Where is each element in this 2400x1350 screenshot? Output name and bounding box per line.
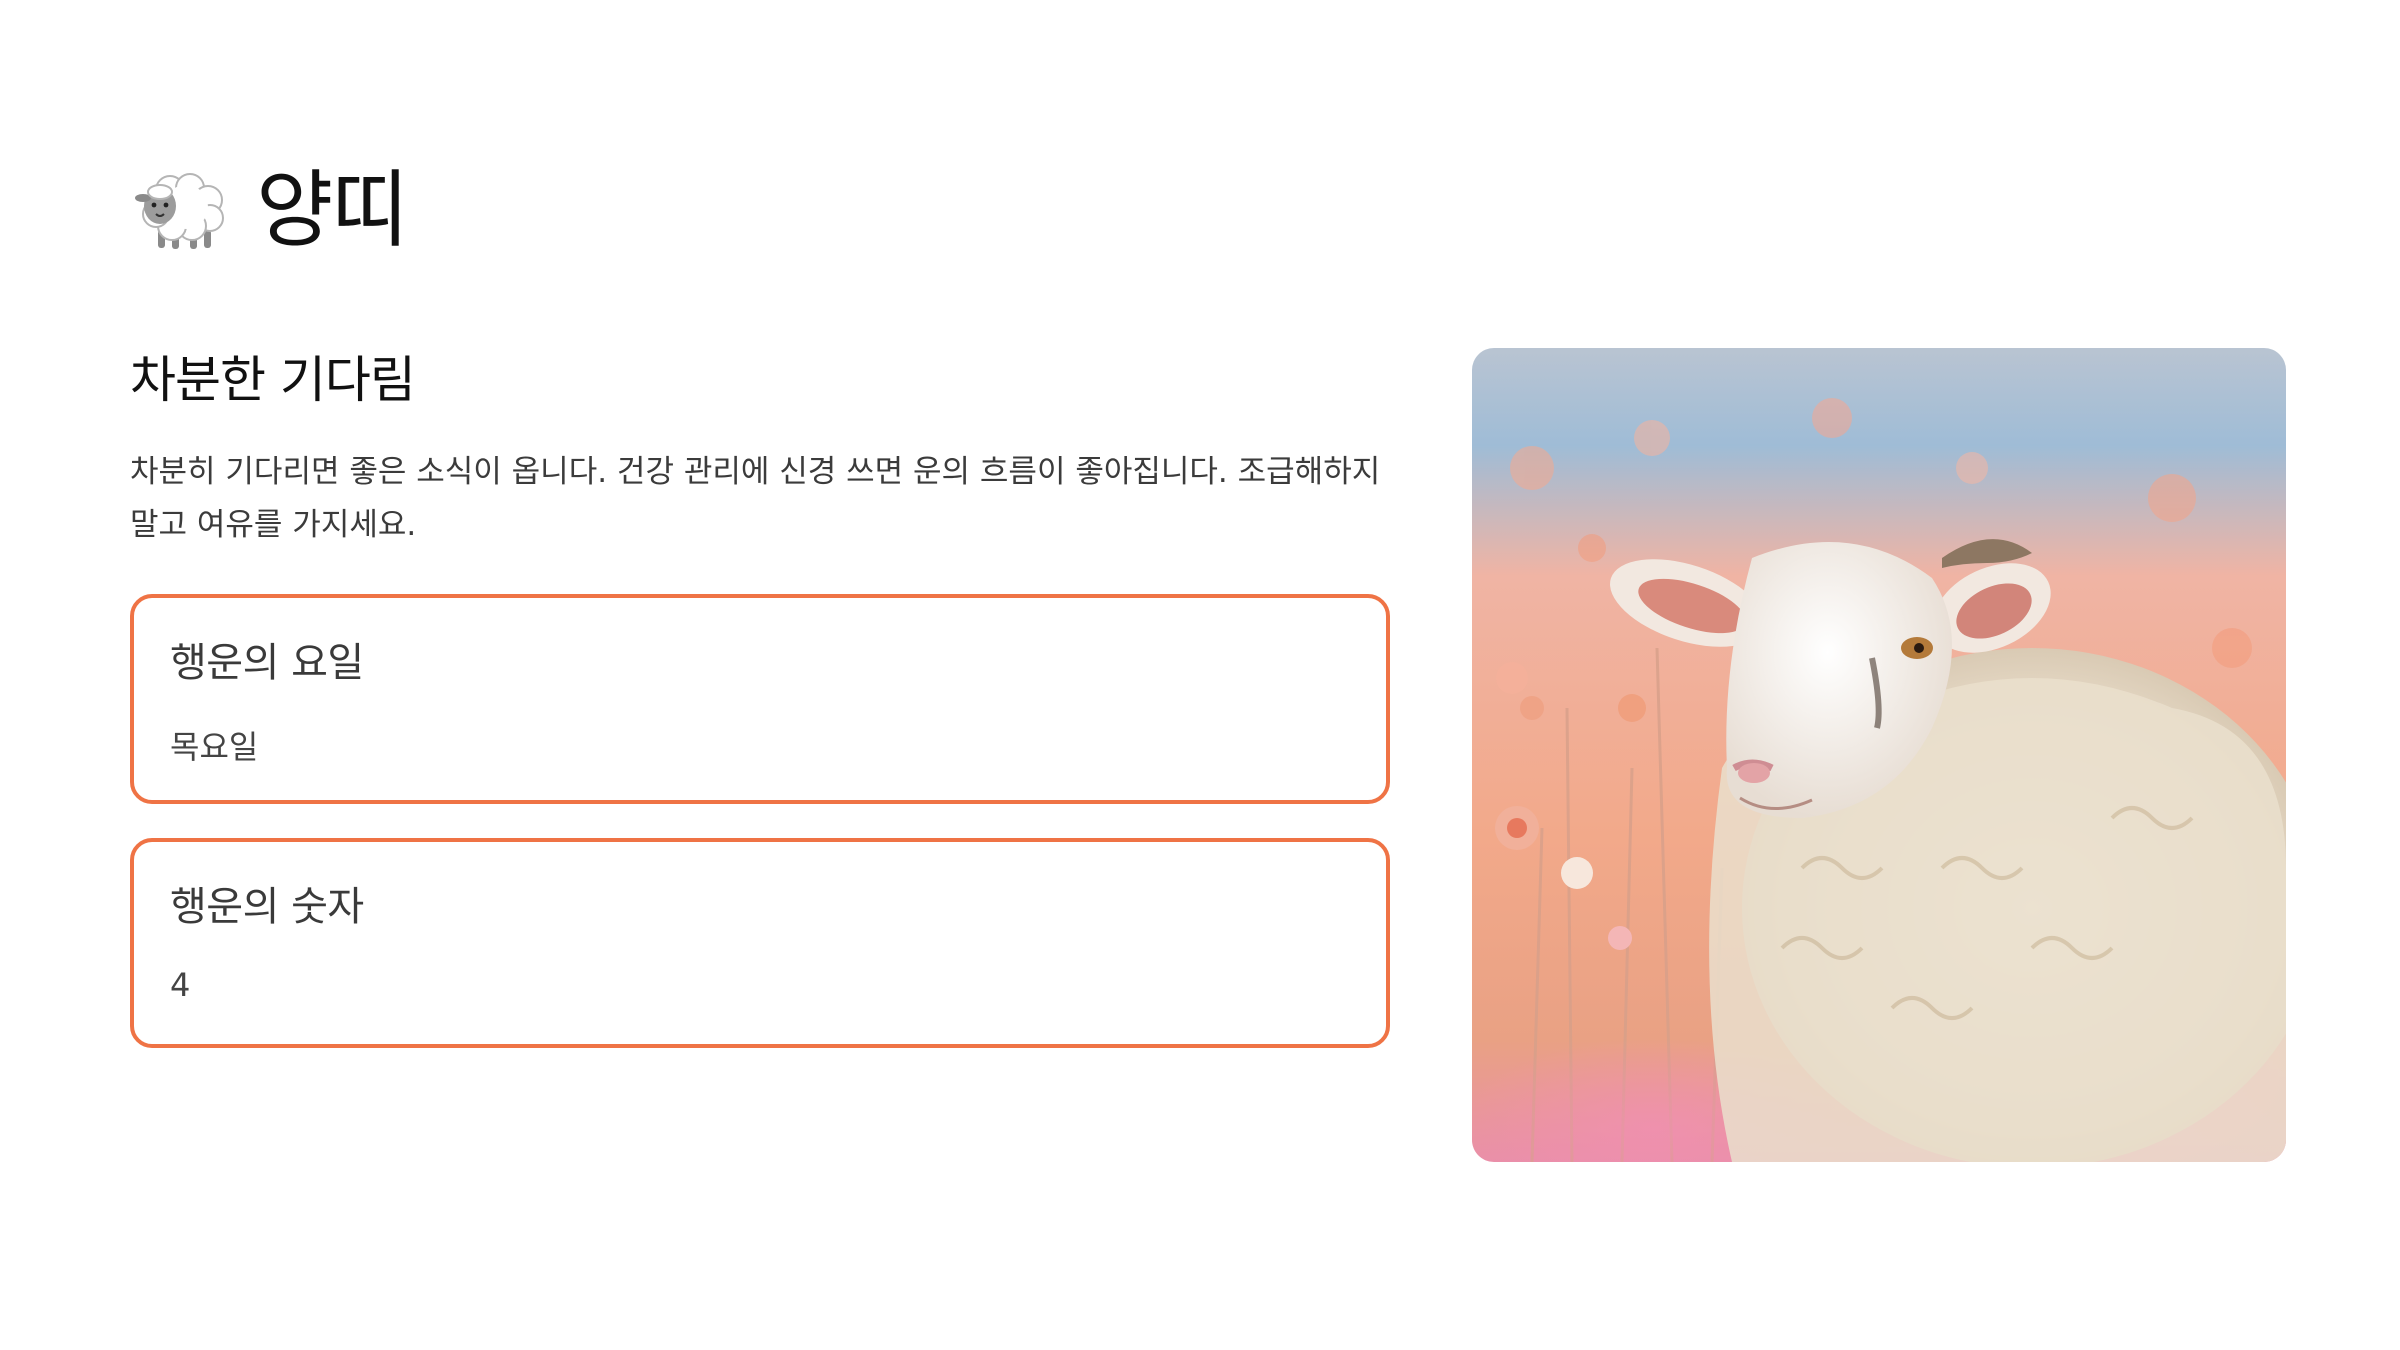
lucky-number-card: 행운의 숫자 4 bbox=[130, 838, 1390, 1048]
section-title: 차분한 기다림 bbox=[130, 351, 416, 409]
fortune-content: 차분한 기다림 차분히 기다리면 좋은 소식이 옵니다. 건강 관리에 신경 쓰… bbox=[130, 340, 1390, 1082]
zodiac-page: 양띠 차분한 기다림 차분히 기다리면 좋은 소식이 옵니다. 건강 관리에 신… bbox=[0, 0, 2400, 1350]
sheep-photo bbox=[1472, 348, 2286, 1162]
lucky-number-label: 행운의 숫자 bbox=[170, 884, 364, 930]
fortune-description: 차분히 기다리면 좋은 소식이 옵니다. 건강 관리에 신경 쓰면 운의 흐름이… bbox=[130, 454, 1381, 543]
lucky-number-value: 4 bbox=[170, 966, 191, 1004]
page-header: 양띠 bbox=[130, 150, 409, 270]
lucky-day-value: 목요일 bbox=[170, 728, 259, 766]
sheep-emoji-icon bbox=[135, 173, 224, 249]
lucky-day-label: 행운의 요일 bbox=[170, 640, 364, 686]
sheep-photo-illustration bbox=[1472, 348, 2286, 1162]
lucky-day-card: 행운의 요일 목요일 bbox=[130, 594, 1390, 804]
page-title: 양띠 bbox=[256, 161, 409, 259]
